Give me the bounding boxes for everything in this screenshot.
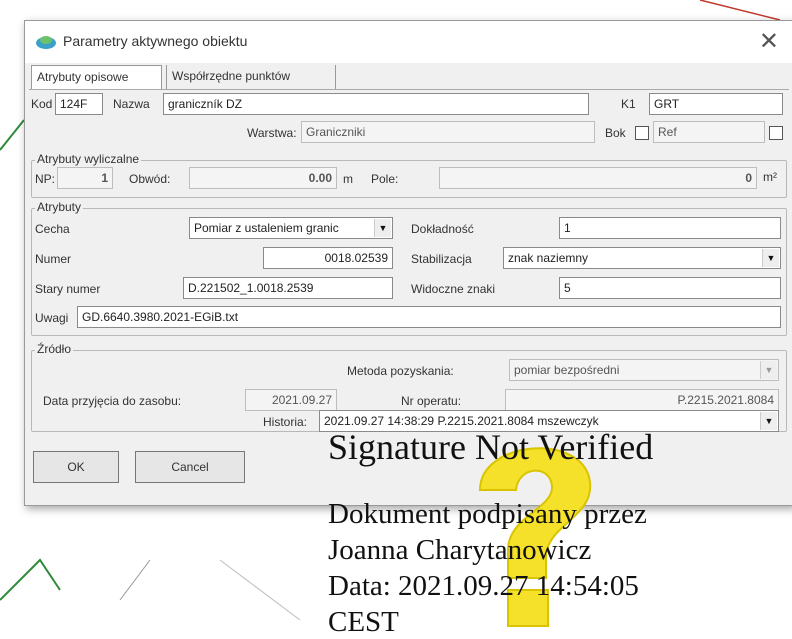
chevron-down-icon[interactable]: ▼ — [762, 249, 779, 267]
data-przyjecia-label: Data przyjęcia do zasobu: — [43, 394, 182, 408]
widoczne-znaki-field[interactable]: 5 — [559, 277, 781, 299]
signature-line-3: Data: 2021.09.27 14:54:05 — [328, 570, 639, 602]
numer-field[interactable]: 0018.02539 — [263, 247, 393, 269]
metoda-label: Metoda pozyskania: — [347, 364, 454, 378]
bok-label: Bok — [605, 126, 626, 140]
title-bar: Parametry aktywnego obiektu ✕ — [25, 21, 792, 63]
warstwa-field: Graniczniki — [301, 121, 595, 143]
obwod-field: 0.00 — [189, 167, 337, 189]
obwod-unit: m — [343, 172, 353, 186]
metoda-select: pomiar bezpośredni ▼ — [509, 359, 779, 381]
dokladnosc-field[interactable]: 1 — [559, 217, 781, 239]
nazwa-field[interactable]: graniczník DZ — [163, 93, 589, 115]
stabilizacja-value: znak naziemny — [508, 251, 589, 265]
chevron-down-icon: ▼ — [760, 361, 777, 379]
numer-label: Numer — [35, 252, 72, 266]
cecha-value: Pomiar z ustaleniem granic — [194, 221, 339, 235]
nr-operatu-field: P.2215.2021.8084 — [505, 389, 779, 411]
nr-operatu-label: Nr operatu: — [401, 394, 462, 408]
pole-field: 0 — [439, 167, 757, 189]
obwod-label: Obwód: — [129, 172, 171, 186]
np-label: NP: — [35, 172, 56, 186]
app-icon — [36, 36, 56, 49]
k1-field[interactable]: GRT — [649, 93, 783, 115]
pole-unit: m² — [763, 170, 777, 184]
ref-field: Ref — [653, 121, 765, 143]
tab-atrybuty-opisowe[interactable]: Atrybuty opisowe — [31, 65, 162, 91]
signature-line-1: Dokument podpisany przez — [328, 498, 647, 530]
dokladnosc-label: Dokładność — [411, 222, 474, 236]
ok-button[interactable]: OK — [33, 451, 119, 483]
dialog-title: Parametry aktywnego obiektu — [63, 33, 248, 49]
metoda-value: pomiar bezpośredni — [514, 363, 620, 377]
warstwa-label: Warstwa: — [247, 126, 297, 140]
calculated-attributes-title: Atrybuty wyliczalne — [35, 152, 142, 166]
kod-field[interactable]: 124F — [55, 93, 103, 115]
close-icon[interactable]: ✕ — [759, 27, 779, 56]
np-field: 1 — [57, 167, 113, 189]
signature-heading: Signature Not Verified — [328, 427, 654, 467]
uwagi-field[interactable]: GD.6640.3980.2021-EGiB.txt — [77, 306, 781, 328]
widoczne-znaki-label: Widoczne znaki — [411, 282, 496, 296]
tab-wspolrzedne-punktow[interactable]: Współrzędne punktów — [166, 65, 336, 89]
data-przyjecia-field: 2021.09.27 — [245, 389, 337, 411]
uwagi-label: Uwagi — [35, 311, 69, 325]
source-title: Źródło — [35, 342, 74, 356]
chevron-down-icon[interactable]: ▼ — [374, 219, 391, 237]
nazwa-label: Nazwa — [113, 97, 150, 111]
cecha-select[interactable]: Pomiar z ustaleniem granic ▼ — [189, 217, 393, 239]
pole-label: Pole: — [371, 172, 399, 186]
cancel-button[interactable]: Cancel — [135, 451, 245, 483]
attributes-title: Atrybuty — [35, 200, 84, 214]
cecha-label: Cecha — [35, 222, 70, 236]
stary-numer-label: Stary numer — [35, 282, 101, 296]
stabilizacja-select[interactable]: znak naziemny ▼ — [503, 247, 781, 269]
signature-line-2: Joanna Charytanowicz — [328, 534, 592, 566]
stary-numer-field[interactable]: D.221502_1.0018.2539 — [183, 277, 393, 299]
kod-label: Kod — [31, 97, 53, 111]
k1-label: K1 — [621, 97, 636, 111]
ref-checkbox[interactable] — [769, 126, 783, 140]
tab-panel: Kod 124F Nazwa graniczník DZ K1 GRT Wars… — [29, 89, 789, 434]
signature-overlay: Signature Not Verified Dokument podpisan… — [296, 420, 792, 638]
stabilizacja-label: Stabilizacja — [411, 252, 472, 266]
signature-line-4: CEST — [328, 606, 399, 638]
bok-checkbox[interactable] — [635, 126, 649, 140]
